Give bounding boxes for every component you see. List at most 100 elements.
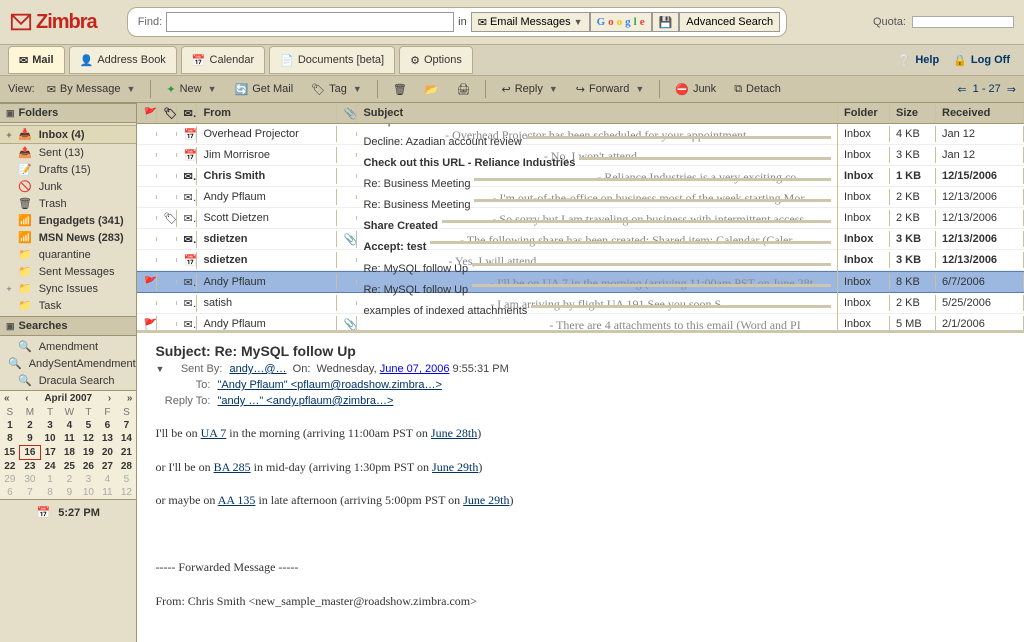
help-link[interactable]: ❔Help <box>898 54 940 67</box>
calendar-day[interactable]: 12 <box>79 432 98 446</box>
folder-item[interactable]: 📝Drafts (15) <box>0 161 136 178</box>
getmail-button[interactable]: 🔄 Get Mail <box>229 80 300 99</box>
calendar-day[interactable]: 11 <box>60 432 79 446</box>
to-link[interactable]: "Andy Pflaum" <pflaum@roadshow.zimbra…> <box>218 379 442 391</box>
calendar-day[interactable]: 5 <box>117 473 136 486</box>
calendar-day[interactable]: 4 <box>98 473 117 486</box>
calendar-day[interactable]: 18 <box>60 446 79 460</box>
calendar-day[interactable]: 27 <box>98 460 117 474</box>
calendar-day[interactable]: 10 <box>79 486 98 499</box>
searches-header[interactable]: ▣ Searches <box>0 316 136 336</box>
folder-item[interactable]: 📁Task <box>0 297 136 314</box>
save-search-button[interactable]: 💾 <box>652 12 680 32</box>
tab-addressbook[interactable]: 👤 Address Book <box>69 46 177 74</box>
folder-item[interactable]: 📶MSN News (283) <box>0 229 136 246</box>
page-prev[interactable]: ⇐ <box>957 83 966 96</box>
calendar-day[interactable]: 4 <box>60 419 79 432</box>
calendar-day[interactable]: 9 <box>60 486 79 499</box>
view-mode-dropdown[interactable]: ✉ By Message ▼ <box>41 80 142 99</box>
folder-item[interactable]: 🗑Trash <box>0 195 136 212</box>
calendar-day[interactable]: 30 <box>20 473 40 486</box>
cal-next-month[interactable]: › <box>108 393 111 404</box>
calendar-day[interactable]: 2 <box>60 473 79 486</box>
replyto-link[interactable]: "andy …" <andy.pflaum@zimbra…> <box>218 395 394 407</box>
folder-item[interactable]: 🚫Junk <box>0 178 136 195</box>
calendar-day[interactable]: 7 <box>20 486 40 499</box>
col-flag[interactable]: 🚩 <box>137 105 157 122</box>
col-from[interactable]: From <box>197 105 337 121</box>
saved-search-item[interactable]: 🔍AndySentAmendments <box>0 355 136 372</box>
new-button[interactable]: ✦ New ▼ <box>160 80 222 99</box>
calendar-day[interactable]: 3 <box>40 419 60 432</box>
calendar-day[interactable]: 13 <box>98 432 117 446</box>
calendar-day[interactable]: 28 <box>117 460 136 474</box>
logoff-link[interactable]: 🔒Log Off <box>953 54 1010 67</box>
col-subject[interactable]: Subject <box>357 105 838 121</box>
cal-prev-month[interactable]: ‹ <box>25 393 28 404</box>
folder-item[interactable]: 📶Engadgets (341) <box>0 212 136 229</box>
tab-options[interactable]: ⚙ Options <box>399 46 473 74</box>
message-row[interactable]: 🚩✉Andy Pflaum📎examples of indexed attach… <box>137 314 1024 330</box>
tab-calendar[interactable]: 📅 Calendar <box>181 46 265 74</box>
calendar-day[interactable]: 3 <box>79 473 98 486</box>
calendar-day[interactable]: 12 <box>117 486 136 499</box>
calendar-day[interactable]: 25 <box>60 460 79 474</box>
calendar-day[interactable]: 7 <box>117 419 136 432</box>
move-button[interactable]: 📂 <box>419 80 445 99</box>
col-tag[interactable]: 🏷 <box>157 105 177 122</box>
calendar-day[interactable]: 20 <box>98 446 117 460</box>
calendar-day[interactable]: 11 <box>98 486 117 499</box>
detach-button[interactable]: ⧉ Detach <box>728 80 787 99</box>
calendar-day[interactable]: 6 <box>98 419 117 432</box>
folders-header[interactable]: ▣ Folders <box>0 103 136 123</box>
search-scope-dropdown[interactable]: ✉ Email Messages ▼ <box>471 12 590 32</box>
calendar-day[interactable]: 1 <box>0 419 20 432</box>
calendar-day[interactable]: 5 <box>79 419 98 432</box>
delete-button[interactable]: 🗑 <box>387 80 413 99</box>
col-status[interactable]: ✉ <box>177 105 197 122</box>
sender-link[interactable]: andy…@… <box>229 363 286 375</box>
calendar-day[interactable]: 9 <box>20 432 40 446</box>
saved-search-item[interactable]: 🔍Amendment <box>0 338 136 355</box>
calendar-day[interactable]: 21 <box>117 446 136 460</box>
calendar-day[interactable]: 24 <box>40 460 60 474</box>
folder-item[interactable]: +📁Sync Issues <box>0 280 136 297</box>
folder-item[interactable]: 📁quarantine <box>0 246 136 263</box>
cal-next-year[interactable]: » <box>127 393 133 404</box>
calendar-day[interactable]: 8 <box>40 486 60 499</box>
date-link[interactable]: June 07, 2006 <box>380 363 450 375</box>
col-size[interactable]: Size <box>890 105 936 121</box>
col-attachment[interactable]: 📎 <box>337 105 357 122</box>
calendar-day[interactable]: 26 <box>79 460 98 474</box>
print-button[interactable]: 🖨 <box>451 80 477 99</box>
calendar-day[interactable]: 10 <box>40 432 60 446</box>
calendar-day[interactable]: 15 <box>0 446 20 460</box>
tag-button[interactable]: 🏷 Tag ▼ <box>305 80 368 99</box>
calendar-day[interactable]: 1 <box>40 473 60 486</box>
page-next[interactable]: ⇒ <box>1007 83 1016 96</box>
calendar-day[interactable]: 8 <box>0 432 20 446</box>
google-search-button[interactable]: Google <box>590 12 652 32</box>
calendar-day[interactable]: 16 <box>20 446 40 460</box>
calendar-day[interactable]: 14 <box>117 432 136 446</box>
tab-mail[interactable]: ✉ Mail <box>8 46 65 74</box>
calendar-day[interactable]: 29 <box>0 473 20 486</box>
folder-item[interactable]: 📁Sent Messages <box>0 263 136 280</box>
tab-documents[interactable]: 📄 Documents [beta] <box>269 46 395 74</box>
calendar-day[interactable]: 6 <box>0 486 20 499</box>
folder-item[interactable]: +📥Inbox (4) <box>0 125 136 144</box>
search-input[interactable] <box>166 12 454 32</box>
calendar-day[interactable]: 22 <box>0 460 20 474</box>
forward-button[interactable]: ↪ Forward ▼ <box>570 80 650 99</box>
cal-prev-year[interactable]: « <box>4 393 10 404</box>
col-folder[interactable]: Folder <box>838 105 890 121</box>
col-received[interactable]: Received <box>936 105 1024 121</box>
calendar-day[interactable]: 23 <box>20 460 40 474</box>
calendar-day[interactable]: 19 <box>79 446 98 460</box>
calendar-day[interactable]: 17 <box>40 446 60 460</box>
advanced-search-button[interactable]: Advanced Search <box>679 12 780 32</box>
junk-button[interactable]: ⛔ Junk <box>669 80 722 99</box>
folder-item[interactable]: 📤Sent (13) <box>0 144 136 161</box>
calendar-day[interactable]: 2 <box>20 419 40 432</box>
saved-search-item[interactable]: 🔍Dracula Search <box>0 372 136 389</box>
